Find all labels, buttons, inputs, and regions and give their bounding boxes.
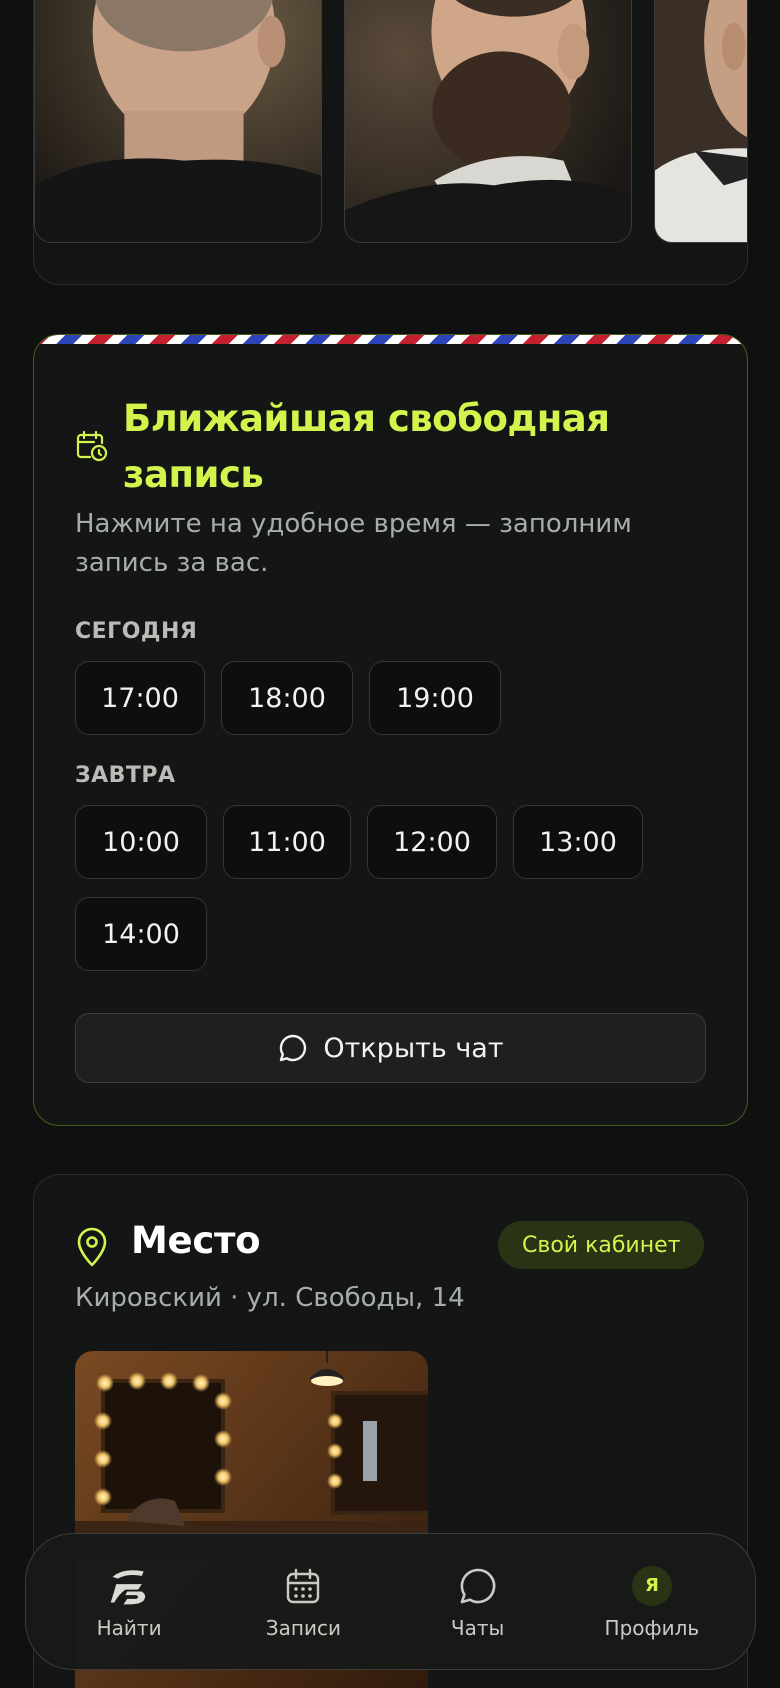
- time-slot-tomorrow[interactable]: 10:00: [75, 805, 207, 879]
- time-slot-tomorrow[interactable]: 12:00: [367, 805, 497, 879]
- slots-header: Ближайшая свободная запись: [75, 391, 683, 503]
- bottom-nav: Найти Записи Чаты Я Профиль: [25, 1533, 756, 1670]
- gallery-card: [33, 0, 748, 285]
- nav-bookings[interactable]: Записи: [223, 1564, 383, 1640]
- own-cabinet-badge: Свой кабинет: [498, 1221, 705, 1269]
- gallery-photo-profile[interactable]: [654, 0, 747, 243]
- nearest-slots-card: Ближайшая свободная запись Нажмите на уд…: [33, 334, 748, 1126]
- calendar-icon: [281, 1564, 325, 1608]
- avatar: Я: [630, 1564, 674, 1608]
- slots-title: Ближайшая свободная запись: [123, 397, 610, 496]
- nav-find[interactable]: Найти: [49, 1564, 209, 1640]
- logo-icon: [107, 1564, 151, 1608]
- place-address: Кировский · ул. Свободы, 14: [75, 1283, 465, 1313]
- slots-subtitle: Нажмите на удобное время — заполним запи…: [75, 509, 632, 578]
- time-slot-today[interactable]: 19:00: [369, 661, 501, 735]
- nav-chats[interactable]: Чаты: [398, 1564, 558, 1640]
- chat-bubble-icon: [280, 1034, 307, 1062]
- time-slot-tomorrow[interactable]: 11:00: [223, 805, 351, 879]
- time-slot-tomorrow[interactable]: 14:00: [75, 897, 207, 971]
- today-label: СЕГОДНЯ: [75, 619, 198, 644]
- nav-bookings-label: Записи: [265, 1615, 341, 1640]
- gallery-photo-back-haircut[interactable]: [34, 0, 322, 243]
- avatar-initial: Я: [631, 1565, 672, 1606]
- nav-chats-label: Чаты: [450, 1615, 505, 1640]
- nav-profile-label: Профиль: [604, 1615, 700, 1640]
- chat-icon: [456, 1564, 500, 1608]
- time-slot-tomorrow[interactable]: 13:00: [513, 805, 643, 879]
- calendar-clock-icon: [76, 430, 108, 462]
- time-slot-today[interactable]: 17:00: [75, 661, 205, 735]
- location-pin-icon: [77, 1227, 107, 1267]
- time-slot-today[interactable]: 18:00: [221, 661, 353, 735]
- nav-find-label: Найти: [96, 1615, 162, 1640]
- barber-stripe-decoration: [34, 335, 747, 344]
- gallery-photo-beard[interactable]: [344, 0, 632, 243]
- open-chat-button[interactable]: Открыть чат: [75, 1013, 706, 1083]
- place-title: Место: [131, 1219, 261, 1262]
- nav-profile[interactable]: Я Профиль: [572, 1564, 732, 1640]
- tomorrow-label: ЗАВТРА: [75, 763, 176, 788]
- open-chat-label: Открыть чат: [323, 1032, 504, 1064]
